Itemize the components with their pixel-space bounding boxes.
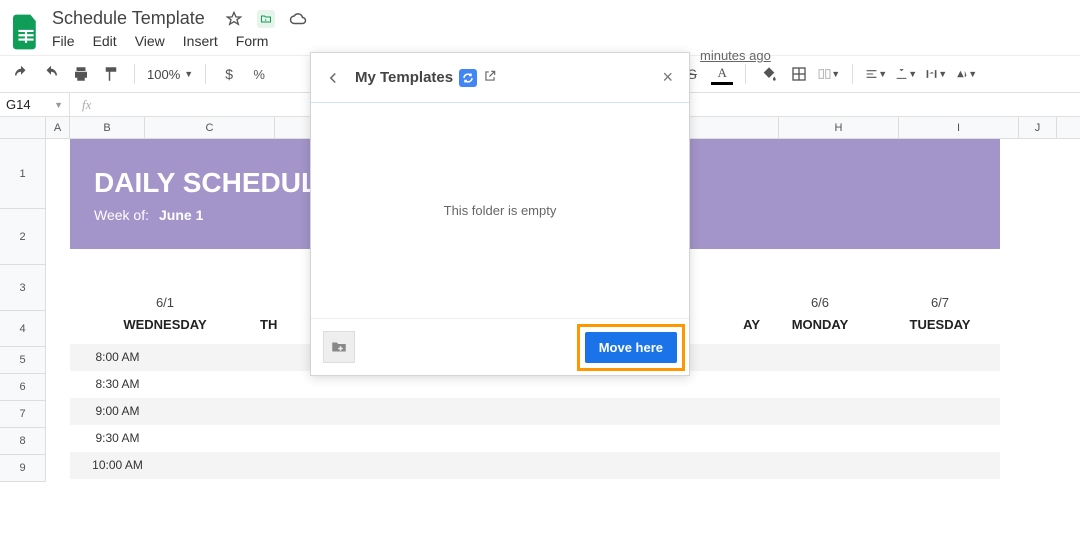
h-align-icon[interactable]: ▼ — [865, 63, 887, 85]
name-box-value: G14 — [6, 97, 31, 112]
col-J[interactable]: J — [1019, 117, 1057, 138]
paint-format-icon[interactable] — [100, 63, 122, 85]
print-icon[interactable] — [70, 63, 92, 85]
menu-file[interactable]: File — [52, 33, 75, 49]
percent-button[interactable]: % — [248, 63, 270, 85]
popup-body: This folder is empty — [311, 103, 689, 319]
undo-icon[interactable] — [10, 63, 32, 85]
separator — [852, 64, 853, 84]
week-of-label: Week of: — [94, 207, 149, 223]
zoom-dropdown[interactable]: 100%▼ — [147, 67, 193, 82]
separator — [134, 64, 135, 84]
week-of-value: June 1 — [159, 207, 203, 223]
popup-title: My Templates — [355, 69, 453, 86]
back-icon[interactable] — [323, 67, 343, 89]
row-7[interactable]: 7 — [0, 401, 45, 428]
menu-edit[interactable]: Edit — [93, 33, 117, 49]
text-rotate-icon[interactable]: ▼ — [955, 63, 977, 85]
date-cell: 6/1 — [70, 295, 260, 310]
col-B[interactable]: B — [70, 117, 145, 138]
sync-icon — [459, 69, 477, 87]
zoom-value: 100% — [147, 67, 180, 82]
last-edit-link[interactable]: minutes ago — [700, 48, 771, 63]
menu-bar: File Edit View Insert Form — [52, 29, 307, 55]
open-new-tab-icon[interactable] — [483, 69, 497, 87]
time-slot: 8:00 AM — [70, 344, 165, 371]
date-cell: 6/7 — [880, 295, 1000, 310]
day-cell-partial: AY — [710, 317, 760, 332]
day-cell: MONDAY — [760, 317, 880, 332]
menu-insert[interactable]: Insert — [183, 33, 218, 49]
row-2[interactable]: 2 — [0, 209, 45, 265]
sheets-app-icon[interactable] — [10, 11, 42, 53]
row-4[interactable]: 4 — [0, 311, 45, 347]
row-8[interactable]: 8 — [0, 428, 45, 455]
redo-icon[interactable] — [40, 63, 62, 85]
col-I[interactable]: I — [899, 117, 1019, 138]
row-9[interactable]: 9 — [0, 455, 45, 482]
cloud-status-icon[interactable] — [289, 10, 307, 28]
date-cell: 6/6 — [760, 295, 880, 310]
col-C[interactable]: C — [145, 117, 275, 138]
row-1[interactable]: 1 — [0, 139, 45, 209]
col-H[interactable]: H — [779, 117, 899, 138]
formula-label: fx — [70, 97, 103, 113]
day-cell: WEDNESDAY — [70, 317, 260, 332]
move-to-folder-icon[interactable] — [257, 10, 275, 28]
time-slot: 8:30 AM — [70, 371, 165, 398]
separator — [205, 64, 206, 84]
time-slot: 10:00 AM — [70, 452, 165, 479]
select-all-corner[interactable] — [0, 117, 46, 138]
text-color-icon[interactable]: A — [711, 63, 733, 85]
row-6[interactable]: 6 — [0, 374, 45, 401]
menu-format[interactable]: Form — [236, 33, 269, 49]
move-popup: My Templates × This folder is empty Move… — [310, 52, 690, 376]
borders-icon[interactable] — [788, 63, 810, 85]
currency-button[interactable]: $ — [218, 63, 240, 85]
merge-cells-icon[interactable]: ▼ — [818, 63, 840, 85]
name-box[interactable]: G14 ▼ — [0, 93, 70, 116]
fill-color-icon[interactable] — [758, 63, 780, 85]
close-icon[interactable]: × — [658, 63, 677, 92]
v-align-icon[interactable]: ▼ — [895, 63, 917, 85]
row-3[interactable]: 3 — [0, 265, 45, 311]
doc-title[interactable]: Schedule Template — [52, 8, 205, 29]
col-A[interactable]: A — [46, 117, 70, 138]
row-5[interactable]: 5 — [0, 347, 45, 374]
menu-view[interactable]: View — [135, 33, 165, 49]
day-cell: TUESDAY — [880, 317, 1000, 332]
separator — [745, 64, 746, 84]
move-here-button[interactable]: Move here — [585, 332, 677, 363]
star-icon[interactable] — [225, 10, 243, 28]
new-folder-icon[interactable] — [323, 331, 355, 363]
chevron-down-icon: ▼ — [54, 100, 63, 110]
empty-folder-text: This folder is empty — [444, 203, 557, 218]
time-slot: 9:00 AM — [70, 398, 165, 425]
time-slot: 9:30 AM — [70, 425, 165, 452]
text-wrap-icon[interactable]: ▼ — [925, 63, 947, 85]
